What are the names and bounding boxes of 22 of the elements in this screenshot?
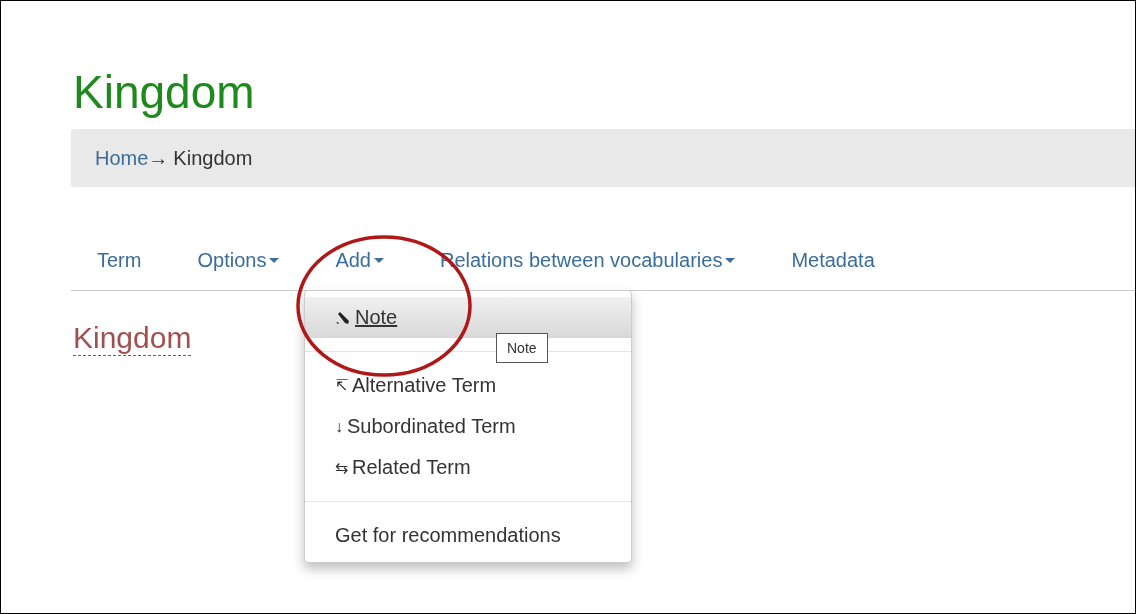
breadcrumb-current: Kingdom — [173, 146, 253, 170]
menu-item[interactable]: ↸ Alternative Term — [305, 365, 631, 406]
menu-item[interactable]: Note — [305, 297, 631, 338]
menu-item[interactable]: Get for recommendations — [305, 515, 631, 556]
nav-tab[interactable]: Metadata — [765, 245, 905, 276]
pencil-icon — [335, 309, 351, 326]
arrow-icon: ⇆ — [335, 458, 348, 477]
menu-item[interactable]: ⇆ Related Term — [305, 447, 631, 488]
caret-icon — [269, 258, 280, 263]
term-heading[interactable]: Kingdom — [73, 321, 192, 356]
arrow-icon: ↸ — [335, 376, 348, 395]
menu-item[interactable]: ↓ Subordinated Term — [305, 406, 631, 447]
nav-tab[interactable]: Options — [171, 245, 310, 276]
caret-icon — [725, 258, 736, 263]
caret-icon — [374, 258, 384, 263]
breadcrumb-link[interactable]: Home — [95, 146, 149, 170]
breadcrumb-separator: → — [148, 146, 169, 170]
tooltip: Note — [496, 333, 548, 363]
nav-tab[interactable]: Add — [309, 245, 414, 276]
arrow-icon: ↓ — [335, 417, 343, 436]
page-title: Kingdom — [73, 67, 255, 117]
nav-tab[interactable]: Term — [71, 245, 172, 276]
